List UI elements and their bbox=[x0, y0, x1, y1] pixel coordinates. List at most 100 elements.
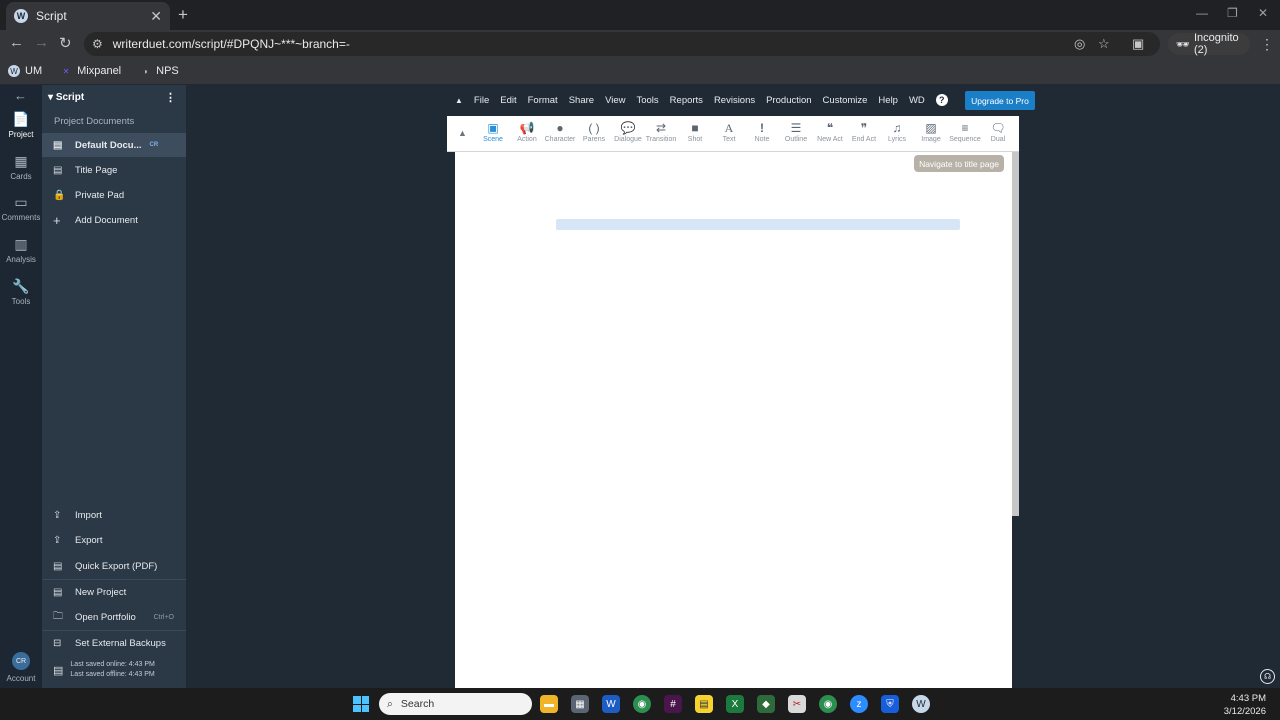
browser-menu-icon[interactable]: ⋮ bbox=[1260, 36, 1274, 53]
excel-icon[interactable]: X bbox=[726, 695, 744, 713]
menu-help[interactable]: Help bbox=[878, 95, 898, 106]
sticky-notes-icon[interactable]: ▤ bbox=[695, 695, 713, 713]
upgrade-to-pro-button[interactable]: Upgrade to Pro bbox=[965, 91, 1035, 110]
slack-icon[interactable]: # bbox=[664, 695, 682, 713]
tool-lyrics[interactable]: ♫ Lyrics bbox=[880, 120, 914, 143]
editor-scrollbar[interactable] bbox=[1012, 152, 1019, 516]
restore-icon[interactable]: ❐ bbox=[1227, 6, 1238, 20]
document-private-pad[interactable]: 🔒 Private Pad bbox=[42, 183, 186, 207]
support-headset-icon[interactable]: ☊ bbox=[1260, 669, 1275, 684]
rail-item-account[interactable]: CR Account bbox=[0, 652, 42, 683]
tool-image[interactable]: ▨ Image bbox=[914, 120, 948, 143]
chrome-incognito-icon[interactable]: ◉ bbox=[819, 695, 837, 713]
open-portfolio-button[interactable]: 🗀 Open Portfolio Ctrl+O bbox=[42, 605, 186, 629]
scene-heading-line[interactable] bbox=[556, 219, 960, 230]
snipping-tool-icon[interactable]: ✂ bbox=[788, 695, 806, 713]
incognito-badge[interactable]: 🕶 Incognito (2) bbox=[1168, 32, 1250, 56]
collapse-toolbar-icon[interactable]: ▲ bbox=[458, 128, 467, 138]
tool-new-act[interactable]: ❝ New Act bbox=[813, 120, 847, 143]
rail-item-comments[interactable]: ▭ Comments bbox=[0, 194, 42, 222]
tool-dialogue[interactable]: 💬 Dialogue bbox=[611, 120, 645, 143]
rail-item-tools[interactable]: 🔧 Tools bbox=[0, 278, 42, 306]
layers-icon[interactable]: ◆ bbox=[757, 695, 775, 713]
browser-tab[interactable]: W Script ✕ bbox=[6, 2, 170, 30]
panel-title[interactable]: ▾ Script bbox=[48, 92, 84, 103]
menu-wd[interactable]: WD bbox=[909, 95, 925, 106]
last-saved-offline: Last saved offline: 4:43 PM bbox=[70, 671, 155, 678]
eye-off-icon[interactable]: ◎ bbox=[1074, 36, 1085, 52]
zoom-icon[interactable]: z bbox=[850, 695, 868, 713]
tool-text[interactable]: A Text bbox=[712, 120, 746, 143]
export-button[interactable]: ⇪ Export bbox=[42, 528, 186, 552]
menu-edit[interactable]: Edit bbox=[500, 95, 516, 106]
menu-file[interactable]: File bbox=[474, 95, 489, 106]
back-icon[interactable]: ← bbox=[9, 34, 24, 51]
panel-menu-icon[interactable]: ⋮ bbox=[165, 91, 176, 104]
side-panel-icon[interactable]: ▣ bbox=[1132, 36, 1144, 52]
script-page[interactable] bbox=[455, 152, 1012, 688]
star-icon[interactable]: ☆ bbox=[1098, 36, 1110, 52]
reload-icon[interactable]: ↻ bbox=[59, 34, 72, 52]
set-external-backups-button[interactable]: ⊟ Set External Backups bbox=[42, 631, 186, 655]
menu-share[interactable]: Share bbox=[569, 95, 594, 106]
menu-format[interactable]: Format bbox=[528, 95, 558, 106]
back-arrow-icon[interactable]: ← bbox=[14, 88, 27, 103]
menu-customize[interactable]: Customize bbox=[823, 95, 868, 106]
tool-shot[interactable]: ■ Shot bbox=[678, 120, 712, 143]
address-bar: ← → ↻ ⚙ writerduet.com/script/#DPQNJ~***… bbox=[0, 30, 1280, 58]
new-project-button[interactable]: ▤ New Project bbox=[42, 580, 186, 604]
bookmark-um[interactable]: W UM bbox=[8, 65, 42, 77]
close-tab-icon[interactable]: ✕ bbox=[150, 8, 162, 25]
forward-icon[interactable]: → bbox=[34, 34, 49, 51]
tool-scene[interactable]: ▣ Scene bbox=[476, 120, 510, 143]
project-icon: 📄 bbox=[12, 111, 30, 127]
tool-note[interactable]: ! Note bbox=[745, 120, 779, 143]
rail-item-analysis[interactable]: ▥ Analysis bbox=[0, 236, 42, 264]
tool-action[interactable]: 📢 Action bbox=[510, 120, 544, 143]
menu-revisions[interactable]: Revisions bbox=[714, 95, 755, 106]
url-text[interactable]: writerduet.com/script/#DPQNJ~***~branch=… bbox=[113, 37, 350, 51]
tool-dual[interactable]: 🗨 Dual bbox=[981, 120, 1015, 143]
word-icon[interactable]: W bbox=[602, 695, 620, 713]
tool-end-act[interactable]: ❞ End Act bbox=[847, 120, 881, 143]
minimize-icon[interactable]: — bbox=[1196, 6, 1208, 20]
writerduet-taskbar-icon[interactable]: W bbox=[912, 695, 930, 713]
tool-parens[interactable]: ( ) Parens bbox=[577, 120, 611, 143]
document-default[interactable]: ▤ Default Docu... CR bbox=[42, 133, 186, 157]
collapse-menu-icon[interactable]: ▲ bbox=[455, 96, 463, 105]
add-document-button[interactable]: + Add Document bbox=[42, 208, 186, 232]
bookmark-mixpanel[interactable]: ✕ Mixpanel bbox=[60, 65, 121, 77]
tool-character[interactable]: ● Character bbox=[543, 120, 577, 143]
calculator-icon[interactable]: ▦ bbox=[571, 695, 589, 713]
menu-view[interactable]: View bbox=[605, 95, 625, 106]
document-title-page[interactable]: ▤ Title Page bbox=[42, 158, 186, 182]
tool-transition[interactable]: ⇄ Transition bbox=[644, 120, 678, 143]
import-button[interactable]: ⇪ Import bbox=[42, 503, 186, 527]
menu-tools[interactable]: Tools bbox=[636, 95, 658, 106]
windows-start-icon[interactable] bbox=[353, 696, 369, 712]
navigate-to-title-page-tooltip[interactable]: Navigate to title page bbox=[914, 155, 1004, 172]
bookmark-nps[interactable]: ◑ NPS bbox=[139, 65, 179, 77]
site-info-icon[interactable]: ⚙ bbox=[92, 37, 103, 51]
tool-sequence[interactable]: ≡ Sequence bbox=[948, 120, 982, 143]
bookmarks-bar: W UM ✕ Mixpanel ◑ NPS bbox=[0, 58, 1280, 84]
app-menu-bar: ▲ File Edit Format Share View Tools Repo… bbox=[455, 90, 948, 110]
help-icon[interactable]: ? bbox=[935, 94, 948, 106]
omnibox[interactable]: ⚙ writerduet.com/script/#DPQNJ~***~branc… bbox=[84, 32, 1160, 56]
file-explorer-icon[interactable]: ▬ bbox=[540, 695, 558, 713]
documents-panel: ▾ Script ⋮ Project Documents ▤ Default D… bbox=[42, 85, 186, 688]
menu-reports[interactable]: Reports bbox=[670, 95, 703, 106]
chrome-icon[interactable]: ◉ bbox=[633, 695, 651, 713]
clock-time: 4:43 PM bbox=[1230, 693, 1266, 704]
close-window-icon[interactable]: ✕ bbox=[1258, 6, 1268, 20]
rail-item-project[interactable]: 📄 Project bbox=[0, 111, 42, 139]
system-clock[interactable]: 4:43 PM 3/12/2026 bbox=[1224, 692, 1266, 718]
rail-item-cards[interactable]: ▦ Cards bbox=[0, 153, 42, 181]
new-tab-icon[interactable]: + bbox=[178, 5, 188, 25]
menu-production[interactable]: Production bbox=[766, 95, 811, 106]
quick-export-pdf-button[interactable]: ▤ Quick Export (PDF) bbox=[42, 554, 186, 578]
taskbar-search[interactable]: ⌕ Search bbox=[379, 693, 532, 715]
bitwarden-icon[interactable]: ⛨ bbox=[881, 695, 899, 713]
tool-outline[interactable]: ☰ Outline bbox=[779, 120, 813, 143]
incognito-label: Incognito (2) bbox=[1193, 32, 1239, 56]
